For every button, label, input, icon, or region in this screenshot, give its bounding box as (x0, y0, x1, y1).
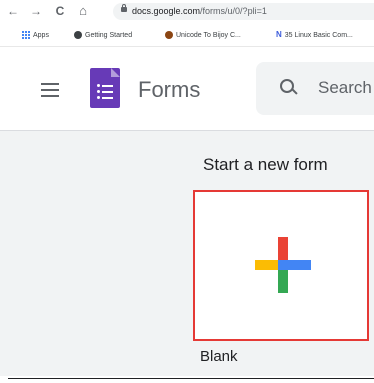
app-header: Forms Search (0, 47, 374, 131)
hamburger-icon (41, 83, 59, 85)
url-text: docs.google.com/forms/u/0/?pli=1 (132, 5, 267, 18)
search-bar[interactable]: Search (256, 62, 374, 115)
bookmark-label: Unicode To Bijoy C... (176, 31, 241, 39)
home-icon[interactable]: ⌂ (76, 3, 90, 19)
blank-form-label[interactable]: Blank (200, 348, 238, 366)
forms-logo-icon[interactable] (90, 68, 120, 108)
url-path: /forms/u/0/?pli=1 (200, 6, 267, 16)
bookmark-linux-basic[interactable]: N 35 Linux Basic Com... (276, 28, 353, 42)
template-gallery: Start a new form Blank (0, 131, 374, 376)
bookmark-label: Apps (33, 31, 49, 39)
search-icon[interactable] (280, 79, 298, 97)
plus-icon (255, 237, 311, 293)
search-placeholder: Search (318, 78, 372, 97)
back-arrow-icon[interactable]: ← (6, 3, 20, 19)
bookmark-apps[interactable]: Apps (22, 28, 49, 42)
bookmark-dot-icon (165, 31, 173, 39)
n-logo-icon: N (276, 30, 282, 39)
blank-form-card[interactable] (193, 190, 369, 341)
app-title[interactable]: Forms (138, 77, 200, 103)
reload-icon[interactable]: C (53, 3, 67, 19)
divider (8, 378, 374, 379)
forward-arrow-icon[interactable]: → (29, 3, 43, 19)
lock-icon (121, 4, 127, 12)
bookmark-label: 35 Linux Basic Com... (284, 31, 353, 39)
bookmark-unicode-to-bijoy[interactable]: Unicode To Bijoy C... (165, 28, 241, 42)
section-title: Start a new form (203, 155, 328, 174)
globe-icon (74, 31, 82, 39)
browser-toolbar: ← → C ⌂ docs.google.com/forms/u/0/?pli=1 (0, 0, 374, 24)
address-bar[interactable]: docs.google.com/forms/u/0/?pli=1 (113, 3, 374, 20)
main-menu-button[interactable] (37, 80, 63, 100)
bookmark-label: Getting Started (85, 31, 133, 39)
apps-grid-icon (22, 31, 30, 39)
bookmarks-bar: Apps Getting Started Unicode To Bijoy C.… (0, 24, 374, 47)
bookmark-getting-started[interactable]: Getting Started (74, 28, 132, 42)
url-host: docs.google.com (132, 6, 201, 16)
